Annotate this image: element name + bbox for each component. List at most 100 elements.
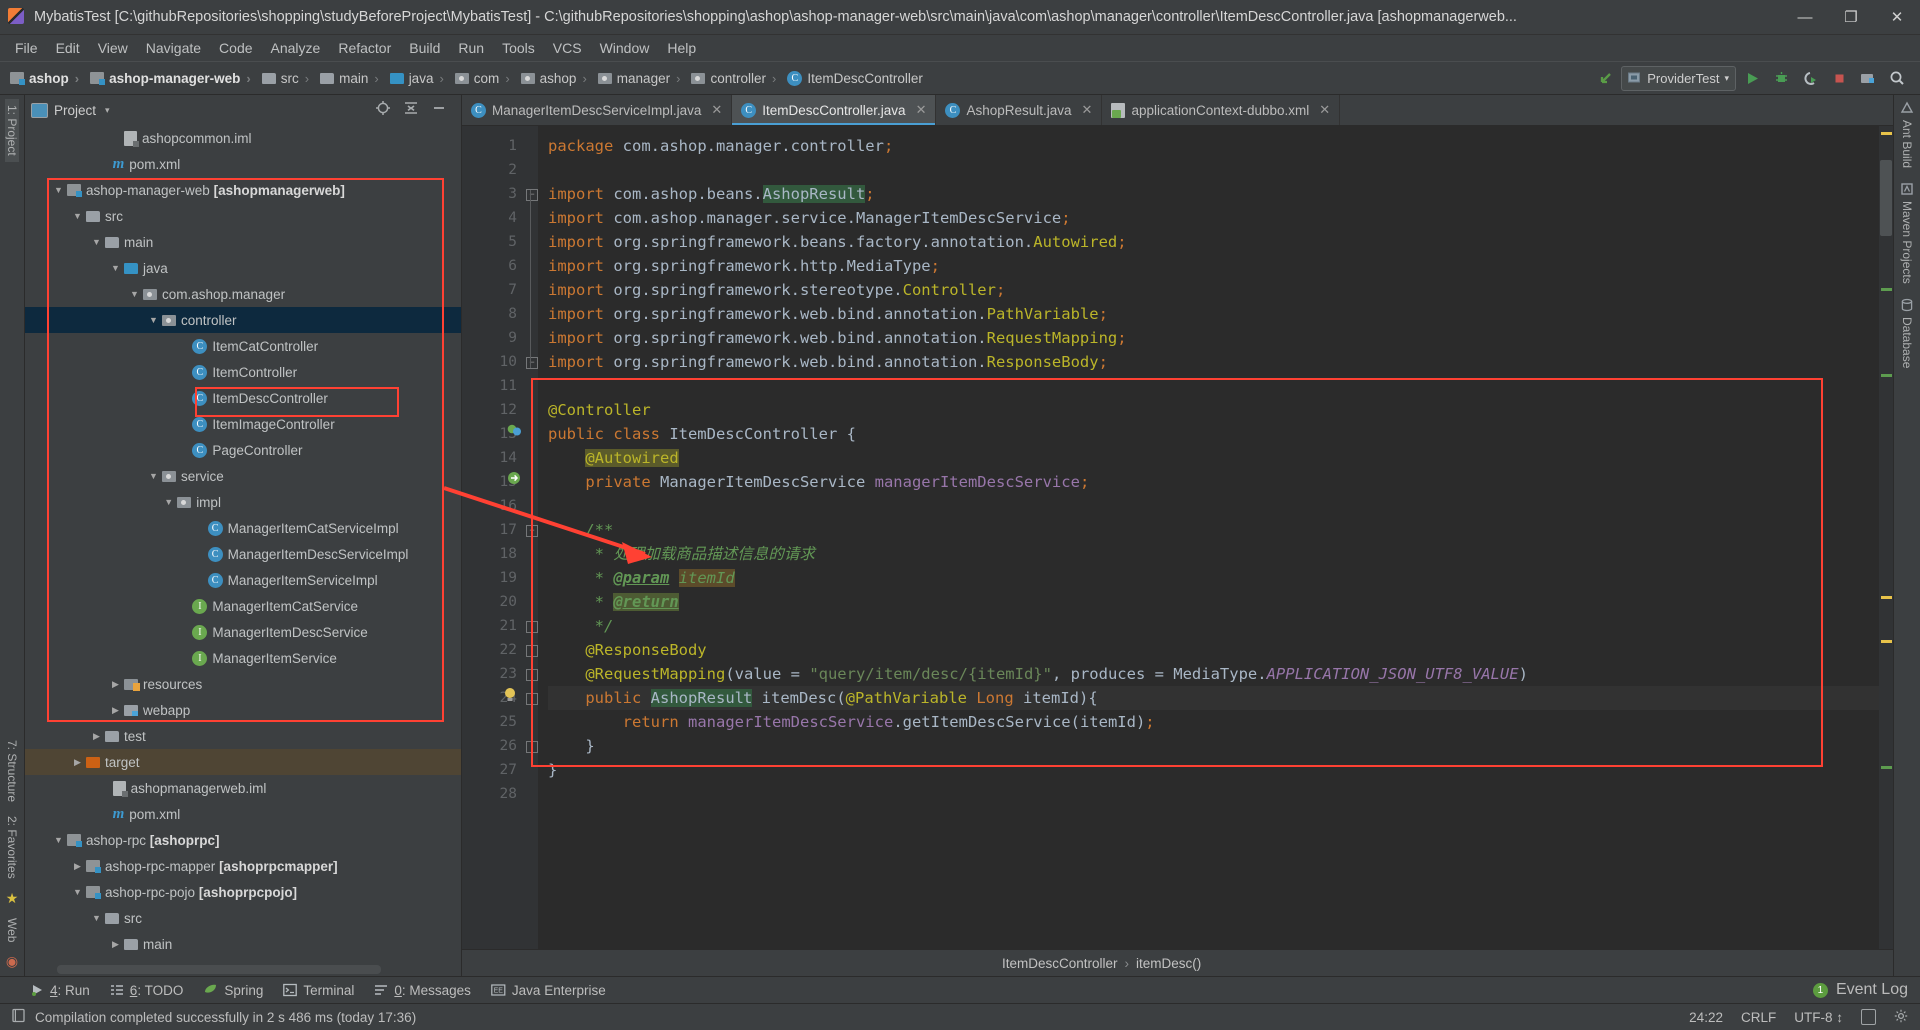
close-icon[interactable]: ✕ bbox=[1082, 102, 1093, 118]
fold-marker[interactable]: − bbox=[526, 189, 538, 201]
code-line[interactable]: import org.springframework.web.bind.anno… bbox=[548, 350, 1879, 374]
tool-window-todo[interactable]: 6: TODO bbox=[110, 983, 183, 998]
chevron-right-icon[interactable]: ▶ bbox=[109, 705, 122, 716]
fold-marker[interactable] bbox=[526, 693, 538, 705]
tool-window-spring[interactable]: Spring bbox=[203, 983, 263, 998]
hide-icon[interactable] bbox=[431, 100, 447, 121]
tool-window-maven-projects[interactable]: Maven Projects bbox=[1900, 199, 1914, 286]
chevron-right-icon[interactable]: ▶ bbox=[90, 731, 103, 742]
crumb-ashop[interactable]: ashop › bbox=[6, 69, 86, 88]
chevron-down-icon[interactable]: ▼ bbox=[90, 913, 103, 923]
menu-help[interactable]: Help bbox=[658, 37, 705, 59]
tree-node[interactable]: ▶ main bbox=[25, 931, 461, 957]
tree-node[interactable]: ▼ ashop-manager-web [ashopmanagerweb] bbox=[25, 177, 461, 203]
code-line[interactable]: package com.ashop.manager.controller; bbox=[548, 134, 1879, 158]
code-line[interactable]: * 处理加载商品描述信息的请求 bbox=[548, 542, 1879, 566]
menu-refactor[interactable]: Refactor bbox=[329, 37, 400, 59]
chevron-right-icon[interactable]: ▶ bbox=[71, 861, 84, 872]
chevron-down-icon[interactable]: ▼ bbox=[52, 835, 65, 845]
code-line[interactable]: /** bbox=[548, 518, 1879, 542]
code-line[interactable]: import com.ashop.beans.AshopResult; bbox=[548, 182, 1879, 206]
chevron-down-icon[interactable]: ▼ bbox=[71, 887, 84, 897]
run-coverage-icon[interactable] bbox=[1797, 65, 1823, 91]
menu-edit[interactable]: Edit bbox=[47, 37, 89, 59]
tree-node[interactable]: ▶ webapp bbox=[25, 697, 461, 723]
code-line[interactable]: * @param itemId bbox=[548, 566, 1879, 590]
tree-node[interactable]: I ManagerItemDescService bbox=[25, 619, 461, 645]
chevron-down-icon[interactable]: ▼ bbox=[90, 237, 103, 247]
tree-node[interactable]: ▼ ashop-rpc [ashoprpc] bbox=[25, 827, 461, 853]
fold-marker[interactable]: − bbox=[526, 357, 538, 369]
collapse-all-icon[interactable] bbox=[403, 100, 419, 121]
menu-window[interactable]: Window bbox=[591, 37, 659, 59]
tree-node[interactable]: ▼ main bbox=[25, 229, 461, 255]
fold-marker[interactable] bbox=[526, 741, 538, 753]
stripe-warning-mark[interactable] bbox=[1881, 640, 1892, 643]
tree-node[interactable]: ▼ service bbox=[25, 463, 461, 489]
code-line[interactable]: private ManagerItemDescService managerIt… bbox=[548, 470, 1879, 494]
chevron-right-icon[interactable]: ▶ bbox=[109, 939, 122, 950]
crumb-com[interactable]: com › bbox=[451, 69, 517, 88]
code-line[interactable]: @Autowired bbox=[548, 446, 1879, 470]
chevron-right-icon[interactable]: ▶ bbox=[71, 757, 84, 768]
stripe-thumb[interactable] bbox=[1880, 160, 1892, 236]
tree-node[interactable]: C ItemCatController bbox=[25, 333, 461, 359]
code-line[interactable]: import org.springframework.http.MediaTyp… bbox=[548, 254, 1879, 278]
open-settings-icon[interactable] bbox=[1855, 65, 1881, 91]
code-line[interactable] bbox=[548, 374, 1879, 398]
tree-node[interactable]: I ManagerItemCatService bbox=[25, 593, 461, 619]
chevron-down-icon[interactable]: ▼ bbox=[109, 263, 122, 273]
chevron-down-icon[interactable]: ▾ bbox=[1724, 73, 1729, 84]
menu-tools[interactable]: Tools bbox=[493, 37, 544, 59]
close-icon[interactable]: ✕ bbox=[1319, 102, 1330, 118]
crumb-ashop-manager-web[interactable]: ashop-manager-web › bbox=[86, 69, 258, 88]
menu-run[interactable]: Run bbox=[449, 37, 493, 59]
crumb-controller[interactable]: controller › bbox=[687, 69, 783, 88]
tab-applicationcontext-dubbo[interactable]: applicationContext-dubbo.xml ✕ bbox=[1102, 95, 1341, 125]
stripe-info-mark[interactable] bbox=[1881, 374, 1892, 377]
fold-marker[interactable]: − bbox=[526, 525, 538, 537]
code-line[interactable]: */ bbox=[548, 614, 1879, 638]
project-tree-hscrollbar[interactable] bbox=[57, 965, 381, 974]
autowired-gutter-icon[interactable] bbox=[506, 470, 522, 486]
crumb-manager[interactable]: manager › bbox=[594, 69, 688, 88]
fold-marker[interactable] bbox=[526, 669, 538, 681]
tool-window-web[interactable]: Web bbox=[5, 912, 19, 948]
tool-window-java-enterprise[interactable]: EE Java Enterprise bbox=[491, 983, 606, 998]
code-editor[interactable]: 1234567891011121314151617181920212223242… bbox=[462, 126, 1893, 949]
event-log-label[interactable]: Event Log bbox=[1836, 981, 1908, 999]
tree-node[interactable]: ▼ src bbox=[25, 905, 461, 931]
maximize-button[interactable]: ❐ bbox=[1828, 1, 1874, 34]
run-icon[interactable] bbox=[1739, 65, 1765, 91]
run-configuration-selector[interactable]: ProviderTest ▾ bbox=[1621, 65, 1736, 91]
crumb-main[interactable]: main › bbox=[316, 69, 386, 88]
tree-node[interactable]: ashopmanagerweb.iml bbox=[25, 775, 461, 801]
crumb-java[interactable]: java › bbox=[386, 69, 451, 88]
menu-code[interactable]: Code bbox=[210, 37, 261, 59]
crumb-ashop-pkg[interactable]: ashop › bbox=[517, 69, 594, 88]
tree-node[interactable]: ▼ src bbox=[25, 203, 461, 229]
code-line[interactable]: import org.springframework.stereotype.Co… bbox=[548, 278, 1879, 302]
settings-icon[interactable] bbox=[1894, 1009, 1908, 1026]
tree-node[interactable]: ▶ ashop-rpc-mapper [ashoprpcmapper] bbox=[25, 853, 461, 879]
tool-window-database[interactable]: Database bbox=[1900, 315, 1914, 370]
caret-position[interactable]: 24:22 bbox=[1689, 1010, 1723, 1025]
stripe-info-mark[interactable] bbox=[1881, 766, 1892, 769]
chevron-down-icon[interactable]: ▾ bbox=[105, 105, 110, 116]
project-tree[interactable]: ashopcommon.iml m pom.xml ▼ ashop-manager-we… bbox=[25, 125, 461, 976]
spring-bean-gutter-icon[interactable] bbox=[506, 422, 522, 438]
chevron-down-icon[interactable]: ▼ bbox=[52, 185, 65, 195]
tool-window-ant-build[interactable]: Ant Build bbox=[1900, 118, 1914, 170]
code-line[interactable]: } bbox=[548, 758, 1879, 782]
crumb-itemdesccontroller[interactable]: C ItemDescController bbox=[783, 69, 925, 88]
chevron-down-icon[interactable]: ▼ bbox=[128, 289, 141, 299]
stripe-warning-mark[interactable] bbox=[1881, 596, 1892, 599]
code-line[interactable]: @RequestMapping(value = "query/item/desc… bbox=[548, 662, 1879, 686]
code-line[interactable]: import org.springframework.web.bind.anno… bbox=[548, 302, 1879, 326]
search-everywhere-icon[interactable] bbox=[1884, 65, 1910, 91]
tool-window-terminal[interactable]: Terminal bbox=[283, 983, 354, 998]
tool-window-run[interactable]: 4: Run bbox=[30, 983, 90, 998]
menu-vcs[interactable]: VCS bbox=[544, 37, 591, 59]
menu-view[interactable]: View bbox=[89, 37, 137, 59]
tab-ashopresult[interactable]: C AshopResult.java ✕ bbox=[936, 95, 1103, 125]
